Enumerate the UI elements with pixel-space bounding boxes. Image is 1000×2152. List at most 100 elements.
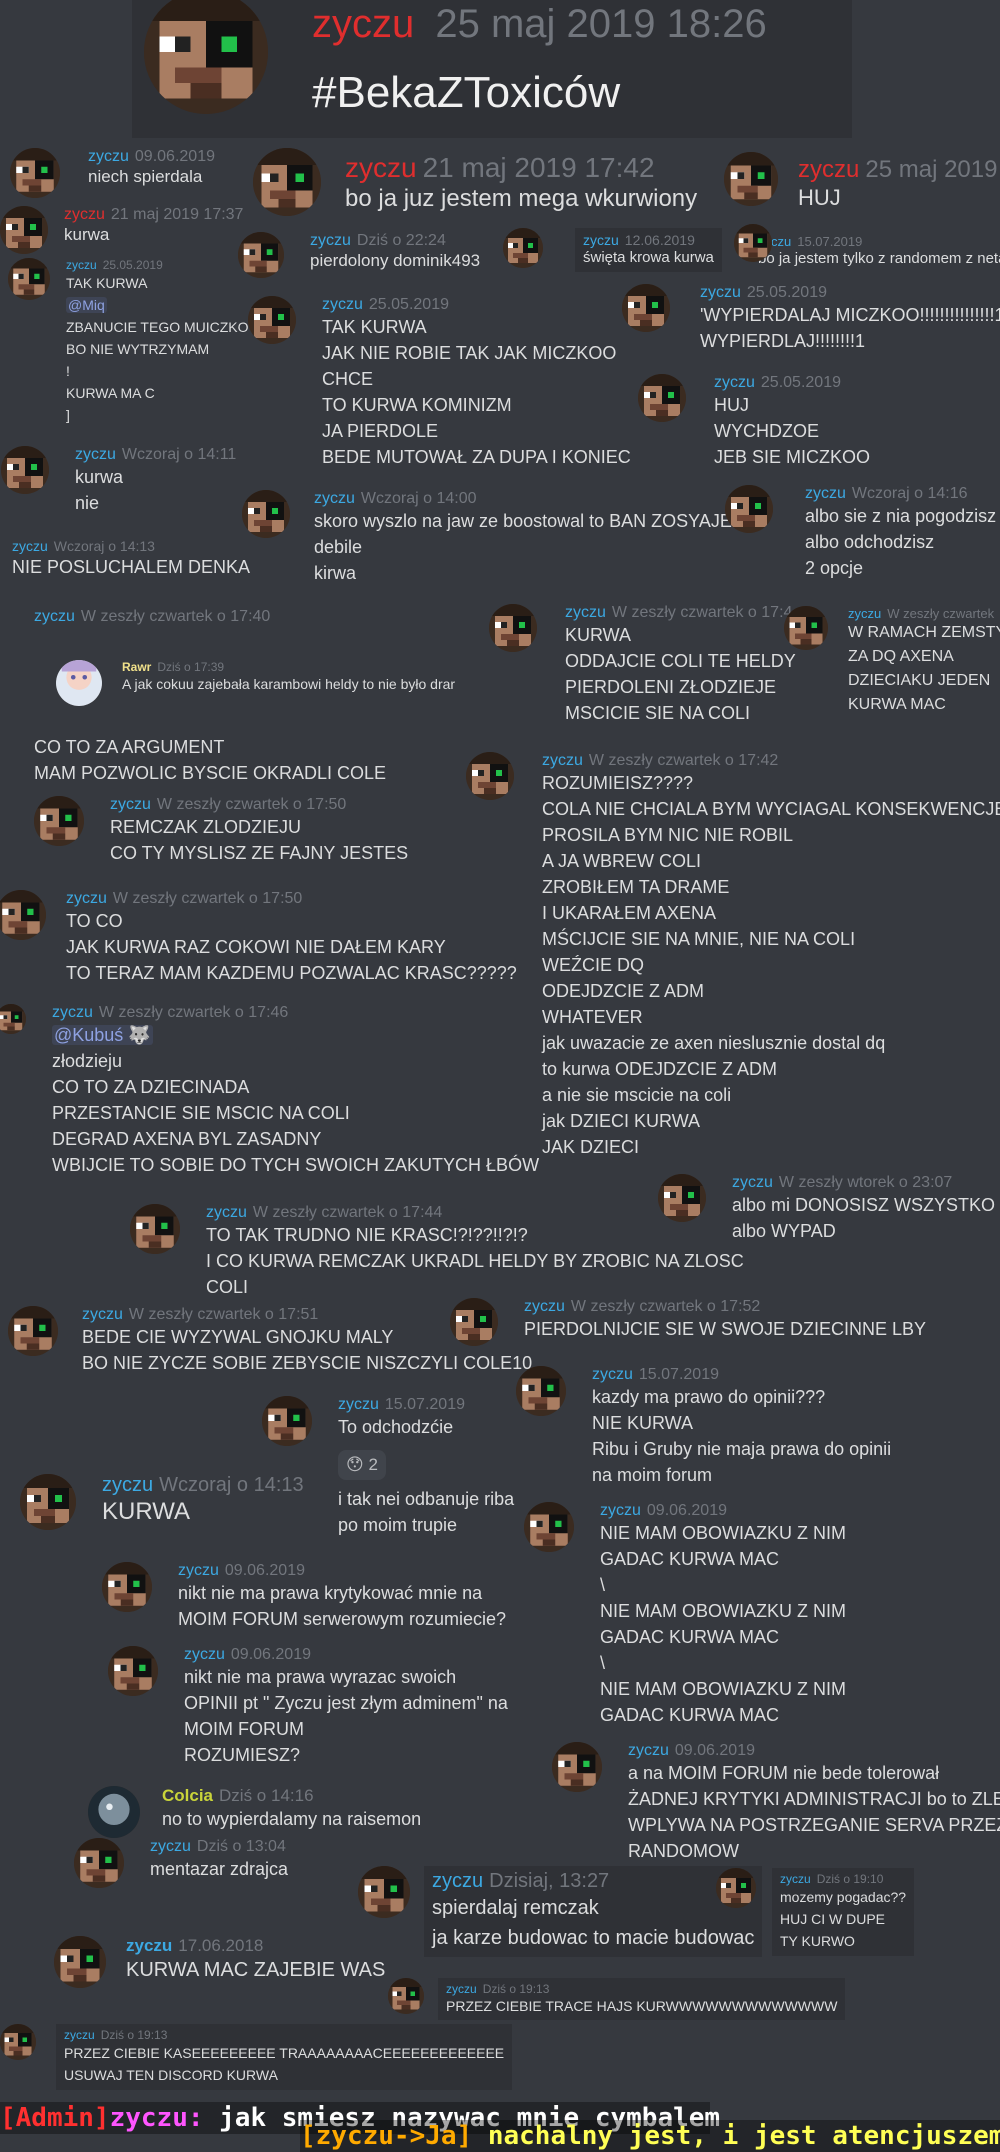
avatar[interactable] — [0, 890, 46, 940]
message: zyczu 21 maj 2019 17:42 bo ja juz jestem m… — [253, 148, 697, 216]
username[interactable]: zyczu — [583, 232, 619, 248]
username[interactable]: zyczu — [110, 796, 151, 813]
message-line: COLI — [206, 1277, 249, 1297]
username[interactable]: zyczu — [64, 2028, 95, 2042]
message: zyczu W zeszły czwartek o 17:46 @Kubuś 🐺 zł… — [0, 1004, 539, 1178]
avatar[interactable] — [10, 148, 60, 198]
username[interactable]: zyczu — [52, 1004, 93, 1021]
message-body: skoro wyszlo na jaw ze boostowal to BAN … — [314, 508, 732, 586]
username[interactable]: zyczu — [314, 490, 355, 507]
username[interactable]: zyczu — [338, 1396, 379, 1413]
message-line: MSCICIE SIE NA COLI — [565, 703, 751, 723]
message: zyczu 15.07.2019 bo ja jestem tylko z rand… — [734, 224, 1000, 269]
avatar[interactable] — [489, 604, 537, 652]
avatar[interactable] — [56, 660, 102, 706]
username[interactable]: zyczu — [184, 1646, 225, 1663]
username[interactable]: zyczu — [126, 1936, 172, 1955]
message-line: KURWA — [102, 1498, 191, 1525]
username[interactable]: zyczu — [178, 1562, 219, 1579]
username[interactable]: zyczu — [102, 1474, 153, 1496]
message-line: a nie sie mscicie na coli — [542, 1085, 732, 1105]
avatar[interactable] — [734, 224, 772, 262]
avatar[interactable] — [725, 485, 773, 533]
username[interactable]: Rawr — [122, 660, 151, 674]
avatar[interactable] — [1, 446, 49, 494]
username[interactable]: zyczu — [732, 1174, 773, 1191]
username[interactable]: zyczu — [12, 538, 48, 554]
username[interactable]: zyczu — [542, 752, 583, 769]
message-line: \ — [600, 1653, 606, 1673]
username[interactable]: zyczu — [66, 258, 97, 272]
avatar[interactable] — [248, 296, 296, 344]
avatar[interactable] — [20, 1474, 76, 1530]
username[interactable]: Colcia — [162, 1786, 213, 1805]
username[interactable]: zyczu — [446, 1982, 477, 1996]
avatar[interactable] — [34, 796, 84, 846]
avatar[interactable] — [724, 152, 778, 206]
avatar[interactable] — [524, 1502, 574, 1552]
avatar[interactable] — [0, 1004, 26, 1034]
message-body: PIERDOLNIJCIE SIE W SWOJE DZIECINNE LBY — [524, 1316, 926, 1342]
username[interactable]: zyczu — [345, 152, 417, 183]
username[interactable]: zyczu — [600, 1502, 641, 1519]
username[interactable]: zyczu — [524, 1298, 565, 1315]
username[interactable]: zyczu — [310, 232, 351, 249]
avatar[interactable] — [503, 228, 543, 268]
avatar[interactable] — [0, 2024, 36, 2060]
message-header: zyczu 09.06.2019 — [178, 1562, 506, 1580]
message-line: JA PIERDOLE — [322, 421, 439, 441]
avatar[interactable] — [74, 1838, 124, 1888]
avatar[interactable] — [242, 490, 290, 538]
username[interactable]: zyczu — [592, 1366, 633, 1383]
avatar[interactable] — [262, 1396, 312, 1446]
avatar[interactable] — [8, 258, 50, 300]
avatar[interactable] — [716, 1868, 756, 1908]
username[interactable]: zyczu — [312, 2, 414, 46]
message-body: no to wypierdalamy na raisemon — [162, 1806, 421, 1832]
mention[interactable]: @Miq — [66, 297, 107, 313]
avatar[interactable] — [784, 606, 828, 650]
username[interactable]: zyczu — [34, 608, 75, 625]
username[interactable]: zyczu — [82, 1306, 123, 1323]
username[interactable]: zyczu — [66, 890, 107, 907]
avatar[interactable] — [466, 752, 514, 800]
avatar[interactable] — [552, 1742, 602, 1792]
avatar[interactable] — [102, 1562, 152, 1612]
avatar[interactable] — [88, 1786, 140, 1838]
avatar[interactable] — [253, 148, 321, 216]
username[interactable]: zyczu — [805, 485, 846, 502]
username[interactable]: zyczu — [798, 156, 859, 183]
username[interactable]: zyczu — [565, 604, 606, 621]
username[interactable]: zyczu — [75, 446, 116, 463]
avatar[interactable] — [0, 206, 48, 254]
username[interactable]: zyczu — [88, 148, 129, 165]
avatar[interactable] — [516, 1366, 566, 1416]
avatar[interactable] — [622, 284, 670, 332]
username[interactable]: zyczu — [848, 606, 881, 621]
username[interactable]: zyczu — [432, 1870, 483, 1892]
avatar[interactable] — [108, 1646, 158, 1696]
username[interactable]: zyczu — [64, 206, 105, 223]
avatar[interactable] — [144, 0, 268, 114]
avatar[interactable] — [130, 1204, 180, 1254]
username[interactable]: zyczu — [322, 296, 363, 313]
message-line: PROSILA BYM NIC NIE ROBIL — [542, 825, 794, 845]
message-header: zyczu 09.06.2019 — [184, 1646, 508, 1664]
avatar[interactable] — [450, 1298, 498, 1346]
avatar[interactable] — [54, 1936, 106, 1988]
avatar[interactable] — [388, 1978, 424, 2014]
username[interactable]: zyczu — [714, 374, 755, 391]
message-line: TO TAK TRUDNO NIE KRASC!?!??!!?!? — [206, 1225, 528, 1245]
avatar[interactable] — [358, 1866, 410, 1918]
username[interactable]: zyczu — [628, 1742, 669, 1759]
message-line: nikt nie ma prawa wyrazac swoich — [184, 1667, 457, 1687]
message-body: albo mi DONOSISZ WSZYSTKO albo WYPAD — [732, 1192, 995, 1244]
mention[interactable]: @Kubuś 🐺 — [52, 1025, 153, 1045]
username[interactable]: zyczu — [700, 284, 741, 301]
reaction-badge[interactable]: 😯 2 — [338, 1450, 386, 1480]
avatar[interactable] — [8, 1306, 58, 1356]
avatar[interactable] — [638, 374, 686, 422]
username[interactable]: zyczu — [780, 1872, 811, 1886]
username[interactable]: zyczu — [206, 1204, 247, 1221]
username[interactable]: zyczu — [150, 1838, 191, 1855]
